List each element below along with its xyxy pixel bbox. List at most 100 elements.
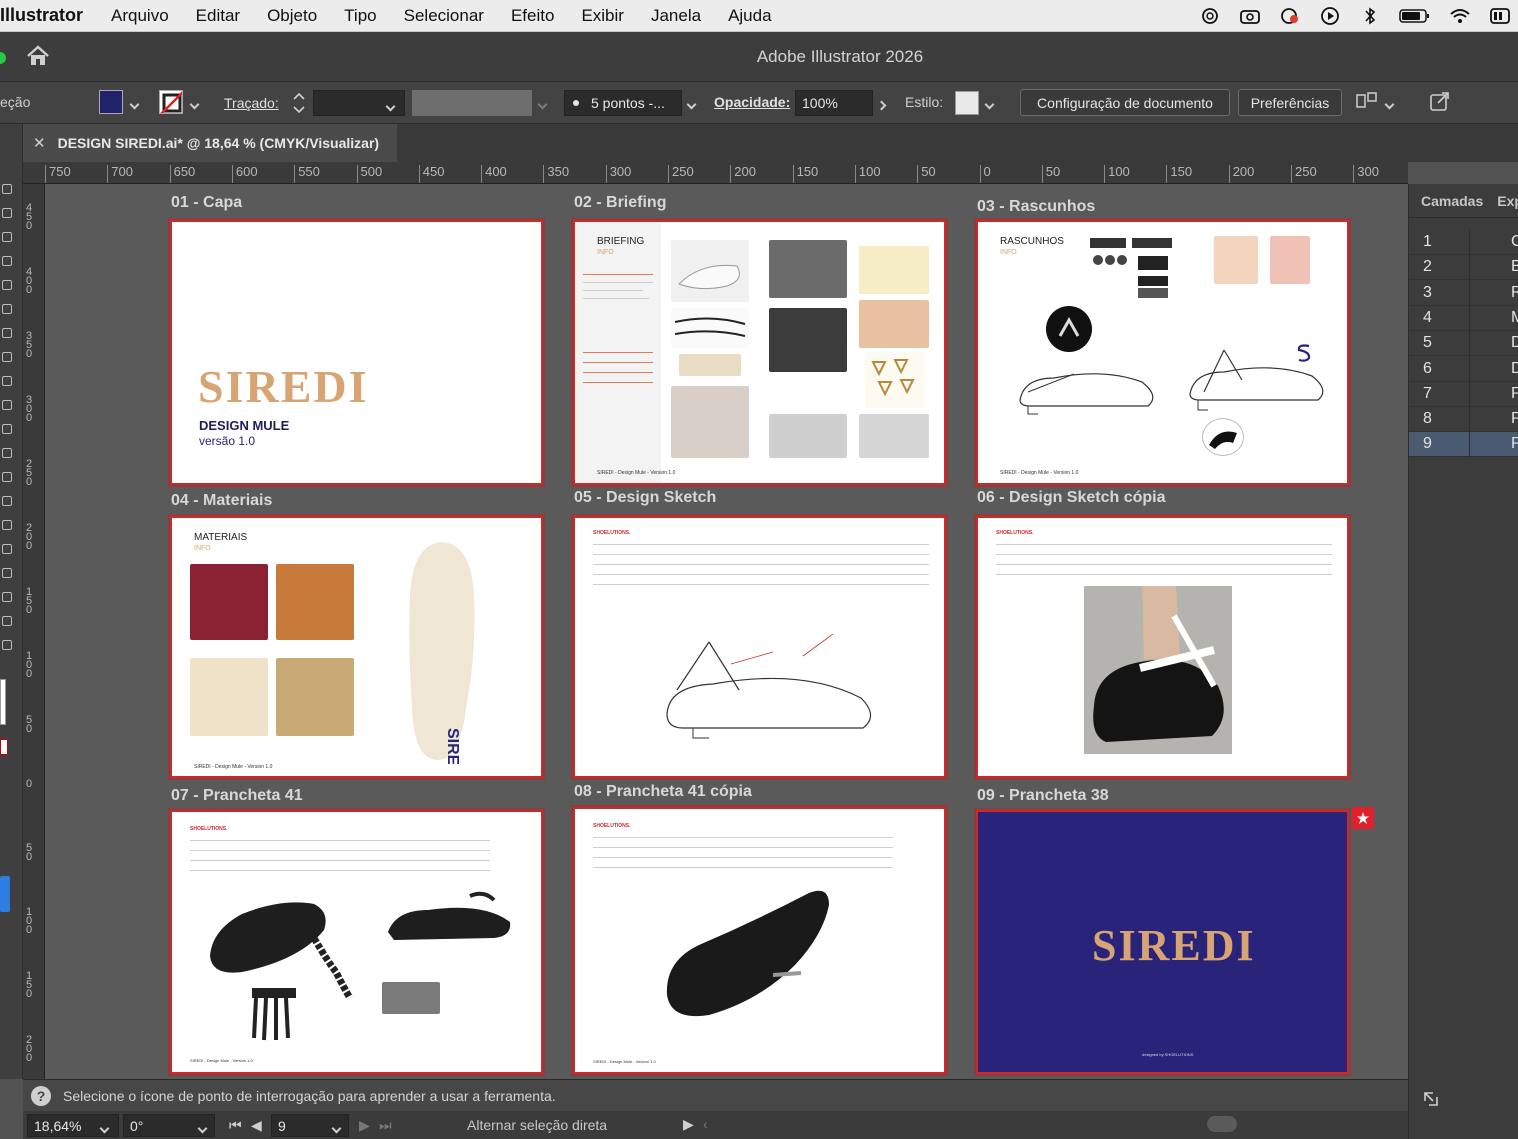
opacity-field[interactable]: 100% [795, 90, 873, 116]
wifi-icon[interactable] [1448, 4, 1472, 28]
artboard-materiais[interactable]: MATERIAIS INFO SIREDI SIREDI - Design Mu… [168, 514, 545, 780]
artboard-dropdown-chevron-icon[interactable] [331, 1119, 342, 1135]
artboard-name[interactable]: 03 - Rascunhos [977, 198, 1095, 216]
stroke-color-icon[interactable] [0, 739, 8, 755]
close-tab-icon[interactable]: ✕ [33, 134, 46, 152]
artboard-prancheta-41[interactable]: SHOELUTIONS. SIREDI - Design Mule - Vers… [168, 808, 545, 1076]
menu-tipo[interactable]: Tipo [344, 6, 376, 26]
arrange-icon[interactable] [1354, 90, 1380, 117]
vertical-ruler[interactable]: 450 400 350 300 250 200 150 100 50 0 50 100 150 200 [23, 184, 45, 1079]
layer-row[interactable]: 8P [1409, 407, 1518, 433]
document-tab[interactable]: ✕ DESIGN SIREDI.ai* @ 18,64 % (CMYK/Visu… [23, 124, 397, 162]
style-swatch[interactable] [955, 91, 979, 115]
eraser-tool-icon[interactable] [2, 376, 12, 386]
artboard-prancheta-41-copy[interactable]: SHOELUTIONS. SIREDI - Design Mule - Vers… [571, 805, 948, 1076]
blend-tool-icon[interactable] [2, 616, 12, 626]
arrange-dropdown-chevron-icon[interactable] [1384, 95, 1395, 111]
zoom-dropdown-chevron-icon[interactable] [99, 1119, 110, 1135]
shaper-tool-icon[interactable] [2, 352, 12, 362]
fill-color-icon[interactable] [0, 679, 6, 725]
menu-arquivo[interactable]: Arquivo [111, 6, 169, 26]
eyedropper-tool-icon[interactable] [2, 592, 12, 602]
mesh-tool-icon[interactable] [2, 544, 12, 554]
openai-icon[interactable] [1198, 4, 1222, 28]
tab-export[interactable]: Exp [1497, 193, 1518, 209]
layer-row[interactable]: 3R [1409, 280, 1518, 306]
artboard-design-sketch-copy[interactable]: SHOELUTIONS. [974, 514, 1351, 780]
stroke-label[interactable]: Traçado: [224, 95, 279, 111]
menu-ajuda[interactable]: Ajuda [728, 6, 771, 26]
layer-row[interactable]: 1C [1409, 230, 1518, 255]
menu-objeto[interactable]: Objeto [267, 6, 317, 26]
shape-builder-tool-icon[interactable] [2, 496, 12, 506]
artboard-prancheta-38[interactable]: SIREDI designed by SHOELUTIONS [974, 808, 1351, 1076]
artboard-name[interactable]: 01 - Capa [171, 194, 242, 212]
menu-selecionar[interactable]: Selecionar [404, 6, 484, 26]
scroll-left-icon[interactable]: ‹ [703, 1116, 708, 1132]
app-menu[interactable]: Illustrator [0, 5, 83, 26]
layer-row[interactable]: 2B [1409, 255, 1518, 281]
bluetooth-icon[interactable] [1358, 4, 1382, 28]
active-artboard-badge-icon[interactable] [1352, 807, 1374, 829]
gradient-tool-icon[interactable] [2, 568, 12, 578]
style-dropdown-chevron-icon[interactable] [984, 95, 995, 111]
direct-selection-tool-icon[interactable] [2, 208, 12, 218]
pen-tool-icon[interactable] [2, 232, 12, 242]
artboard-design-sketch[interactable]: SHOELUTIONS. [571, 514, 948, 780]
fill-dropdown-chevron-icon[interactable] [129, 95, 140, 111]
scale-tool-icon[interactable] [2, 424, 12, 434]
control-center-icon[interactable] [1488, 4, 1512, 28]
help-question-icon[interactable]: ? [31, 1086, 51, 1106]
menu-efeito[interactable]: Efeito [511, 6, 554, 26]
rectangle-tool-icon[interactable] [2, 304, 12, 314]
hand-tool-icon[interactable] [2, 640, 12, 650]
width-tool-icon[interactable] [2, 448, 12, 458]
document-setup-button[interactable]: Configuração de documento [1020, 89, 1230, 116]
artboard-name[interactable]: 07 - Prancheta 41 [171, 787, 303, 805]
menu-exibir[interactable]: Exibir [581, 6, 624, 26]
preferences-button[interactable]: Preferências [1238, 89, 1342, 116]
collect-export-icon[interactable] [1421, 1089, 1441, 1114]
layer-row[interactable]: 9P [1409, 432, 1518, 458]
rotate-tool-icon[interactable] [2, 400, 12, 410]
artboard-name[interactable]: 04 - Materiais [171, 492, 272, 510]
play-icon[interactable] [1318, 4, 1342, 28]
selection-tool-icon[interactable] [2, 184, 12, 194]
menu-editar[interactable]: Editar [196, 6, 240, 26]
horizontal-ruler[interactable]: 750 700 650 600 550 500 450 400 350 300 250 200 150 1… [23, 162, 1408, 184]
fill-swatch[interactable] [99, 90, 123, 114]
screen-mode-icon[interactable] [0, 876, 10, 912]
artboard-capa[interactable]: SIREDI DESIGN MULE versão 1.0 [168, 218, 545, 487]
stroke-stepper[interactable] [290, 89, 308, 117]
battery-icon[interactable] [1398, 4, 1432, 28]
opacity-label[interactable]: Opacidade: [714, 94, 790, 110]
stroke-weight-field[interactable] [313, 90, 405, 116]
tab-camadas[interactable]: Camadas [1421, 193, 1483, 209]
variable-width-profile[interactable] [412, 90, 532, 116]
horizontal-scrollbar-thumb[interactable] [1207, 1116, 1237, 1132]
canvas[interactable]: 01 - Capa 02 - Briefing 03 - Rascunhos 0… [45, 184, 1408, 1079]
stroke-swatch[interactable] [159, 90, 183, 114]
previous-artboard-icon[interactable]: ◀ [251, 1117, 262, 1134]
layer-row[interactable]: 5D [1409, 331, 1518, 357]
brush-field[interactable]: 5 pontos -... [564, 90, 682, 116]
brush-tool-icon[interactable] [2, 328, 12, 338]
status-menu-icon[interactable]: ▶ [683, 1116, 694, 1133]
camera-icon[interactable] [1238, 4, 1262, 28]
free-transform-tool-icon[interactable] [2, 472, 12, 482]
artboard-name[interactable]: 08 - Prancheta 41 cópia [574, 783, 752, 801]
record-icon[interactable] [1278, 4, 1302, 28]
layer-row[interactable]: 7P [1409, 381, 1518, 407]
layer-row[interactable]: 4M [1409, 305, 1518, 331]
first-artboard-icon[interactable]: ⏮ [229, 1117, 242, 1134]
perspective-tool-icon[interactable] [2, 520, 12, 530]
artboard-name[interactable]: 06 - Design Sketch cópia [977, 489, 1166, 507]
artboard-rascunhos[interactable]: RASCUNHOS INFO SIREDI - Design Mule - Ve… [974, 218, 1351, 487]
share-icon[interactable] [1428, 90, 1452, 117]
menu-janela[interactable]: Janela [651, 6, 701, 26]
artboard-briefing[interactable]: BRIEFING INFO SIREDI - Design Mule - Ver… [571, 218, 948, 487]
artboard-name[interactable]: 02 - Briefing [574, 194, 666, 212]
stroke-dropdown-chevron-icon[interactable] [189, 95, 200, 111]
line-tool-icon[interactable] [2, 280, 12, 290]
artboard-name[interactable]: 05 - Design Sketch [574, 489, 716, 507]
